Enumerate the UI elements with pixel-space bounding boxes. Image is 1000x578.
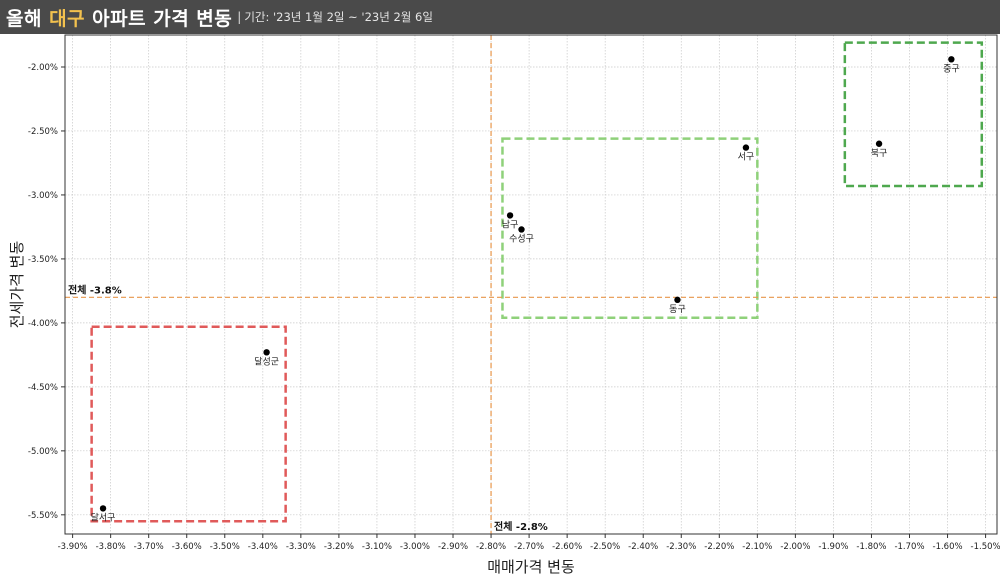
group-box [90,325,287,523]
x-tick-label: -2.10% [742,542,772,552]
data-point-label: 서구 [738,152,755,163]
reference-lines: 전체 -2.8% 전체 -3.8% [65,35,997,534]
x-axis-ticks: -3.90% -3.80% -3.70% -3.60% -3.50% -3.40% -3.3… [58,534,1000,552]
x-tick-label: -1.50% [971,542,1000,552]
x-tick-label: -1.60% [933,542,963,552]
x-tick-label: -2.30% [666,542,696,552]
y-axis-title: 전세가격 변동 [8,241,26,329]
x-tick-label: -2.60% [552,542,582,552]
y-tick-label: -3.50% [28,255,58,265]
x-axis-title: 매매가격 변동 [487,558,575,576]
data-point-label: 북구 [871,148,888,159]
x-tick-label: -3.10% [362,542,392,552]
x-tick-label: -3.90% [58,542,88,552]
y-tick-label: -4.00% [28,319,58,329]
x-tick-label: -3.00% [400,542,430,552]
x-tick-label: -2.80% [476,542,506,552]
y-tick-label: -3.00% [28,191,58,201]
y-tick-label: -2.00% [28,63,58,73]
data-points: 중구북구 서구남구수성구동구달성군달서구 [91,56,960,523]
y-axis-ticks: -2.00% -2.50% -3.00% -3.50% -4.00% -4.50% -5.0… [28,63,65,521]
data-point-label: 동구 [669,304,686,315]
x-tick-label: -3.70% [134,542,164,552]
x-tick-label: -3.40% [248,542,278,552]
group-boxes [90,41,984,523]
data-point [99,505,107,512]
data-point [263,349,270,356]
y-tick-label: -2.50% [28,127,58,137]
scatter-chart: 전체 -2.8% 전체 -3.8% 중구북구 서구남구수성구동구달성군달서구 -3.… [8,34,1000,576]
x-tick-label: -2.90% [438,542,468,552]
data-point-label: 달서구 [91,511,116,523]
y-tick-label: -4.50% [28,383,58,393]
x-tick-label: -2.40% [628,542,658,552]
data-point-label: 달성군 [254,355,279,367]
data-point [674,296,681,304]
x-tick-label: -3.50% [210,542,240,552]
x-tick-label: -3.60% [172,542,202,552]
x-tick-label: -3.30% [286,542,316,552]
data-point [518,226,525,233]
x-tick-label: -2.70% [514,542,544,552]
market-average-y-label: 전체 -3.8% [68,283,122,296]
x-tick-label: -2.50% [590,542,620,552]
data-point-label: 중구 [943,63,960,74]
x-tick-label: -1.80% [856,542,886,552]
group-box [843,41,984,188]
x-tick-label: -3.80% [96,542,126,552]
x-tick-label: -3.20% [324,542,354,552]
data-point [948,56,955,63]
x-tick-label: -2.00% [780,542,810,552]
x-tick-label: -1.90% [818,542,848,552]
data-point-label: 수성구 [509,233,534,244]
data-point [875,140,883,147]
y-tick-label: -5.00% [28,447,58,457]
data-point-label: 남구 [502,219,519,230]
plot-frame [64,34,998,535]
x-tick-label: -1.70% [894,542,924,552]
market-average-x-label: 전체 -2.8% [494,520,548,533]
y-tick-label: -5.50% [28,511,58,521]
x-tick-label: -2.20% [704,542,734,552]
data-point [506,212,514,219]
data-point [742,144,750,151]
grid-lines [65,35,997,534]
